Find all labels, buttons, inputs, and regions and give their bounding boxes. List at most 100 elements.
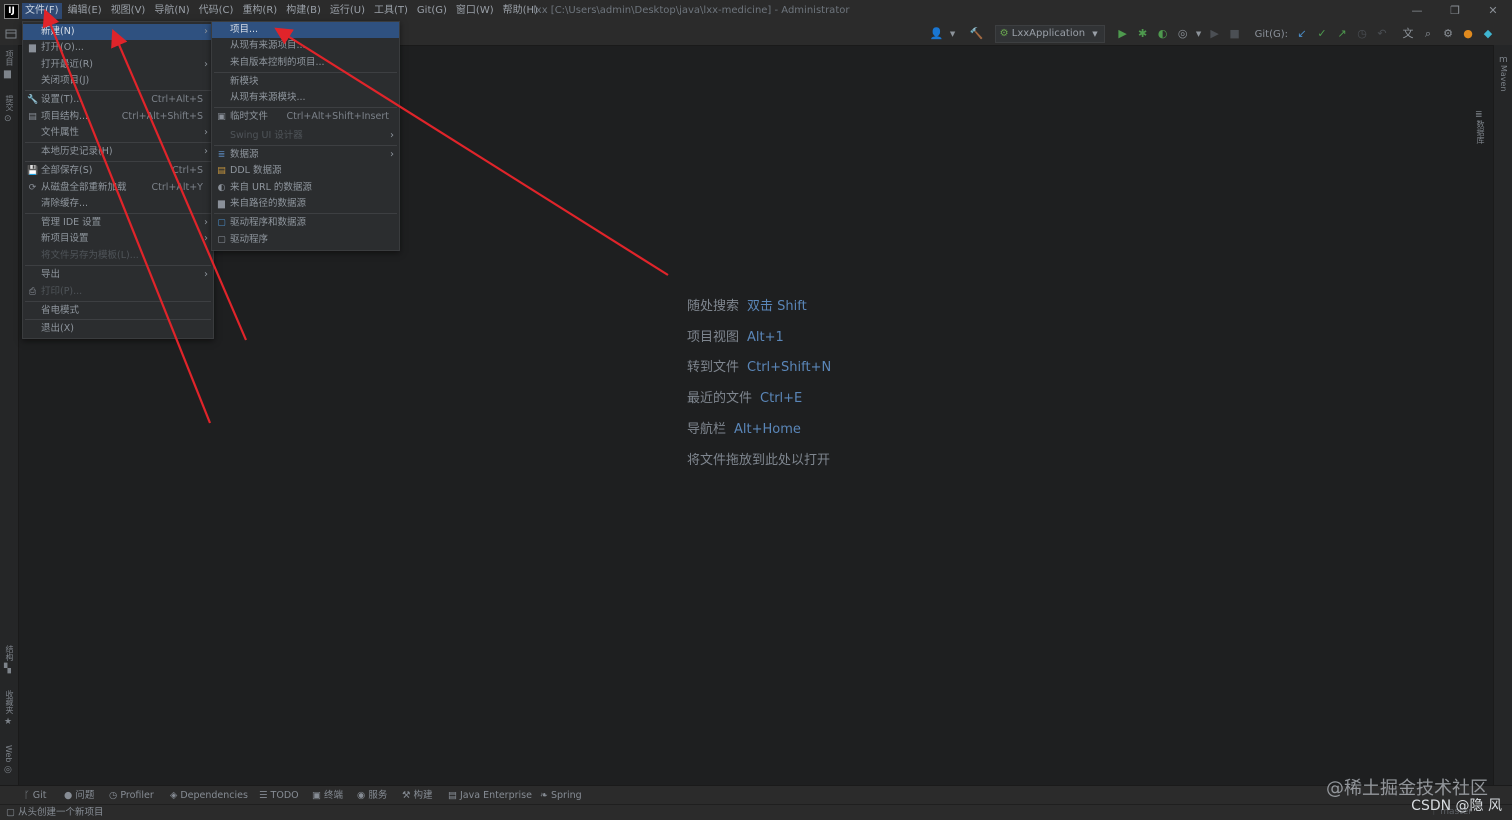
tool-window-label: 构建 (413, 790, 433, 801)
submenu-item-url-data-source[interactable]: ◐ 来自 URL 的数据源 (212, 180, 399, 196)
menu-separator (214, 107, 397, 108)
left-tool-strip (0, 45, 19, 785)
menu-item-local-history[interactable]: 本地历史记录(H) › (23, 144, 213, 160)
git-history-icon[interactable]: ◷ (1354, 26, 1370, 42)
minimize-button[interactable]: — (1398, 0, 1436, 22)
menu-item-reload-all[interactable]: ⟳ 从磁盘全部重新加载 Ctrl+Alt+Y (23, 180, 213, 196)
menu-item-save-all[interactable]: 💾 全部保存(S) Ctrl+S (23, 163, 213, 179)
submenu-item-from-vcs[interactable]: 来自版本控制的项目... (212, 55, 399, 71)
git-push-icon[interactable]: ↗ (1334, 26, 1350, 42)
web-tool-button[interactable]: Web ◎ (4, 745, 13, 775)
translate-icon[interactable]: 文 (1400, 26, 1416, 42)
git-update-icon[interactable]: ↙ (1294, 26, 1310, 42)
menu-item-open-recent[interactable]: 打开最近(R) › (23, 57, 213, 73)
menu-item-manage-ide-settings[interactable]: 管理 IDE 设置 › (23, 215, 213, 231)
submenu-item-data-source[interactable]: ≣ 数据源 › (212, 147, 399, 163)
submenu-item-driver-and-data-source[interactable]: ▢ 驱动程序和数据源 (212, 215, 399, 231)
tool-window-dependencies[interactable]: ◈ Dependencies (170, 786, 248, 805)
tool-window-profiler[interactable]: ◷ Profiler (109, 786, 154, 805)
menu-item-label: 新项目设置 (41, 233, 89, 244)
submenu-item-path-data-source[interactable]: ▆ 来自路径的数据源 (212, 196, 399, 212)
menu-navigate[interactable]: 导航(N) (151, 3, 192, 19)
menu-item-label: 退出(X) (41, 323, 74, 334)
menu-item-project-structure[interactable]: ▤ 项目结构... Ctrl+Alt+Shift+S (23, 109, 213, 125)
menu-item-invalidate-caches[interactable]: 清除缓存... (23, 196, 213, 212)
submenu-item-from-existing-sources[interactable]: 从现有来源项目... (212, 38, 399, 54)
restore-button[interactable]: ❐ (1436, 0, 1474, 22)
menu-item-exit[interactable]: 退出(X) (23, 321, 213, 337)
menu-item-open[interactable]: ▆ 打开(O)... (23, 40, 213, 56)
chevron-right-icon: › (204, 269, 208, 280)
menu-item-label: 打印(P)... (41, 286, 83, 297)
menu-separator (214, 72, 397, 73)
maven-tool-button[interactable]: m Maven (1499, 55, 1508, 95)
debug-icon[interactable]: ✱ (1135, 26, 1151, 42)
close-window-button[interactable]: ✕ (1474, 0, 1512, 22)
menu-item-label: 管理 IDE 设置 (41, 217, 102, 228)
maven-tool-label: Maven (1499, 65, 1508, 92)
plugin-logo-icon[interactable]: ◆ (1480, 26, 1496, 42)
submenu-item-scratch-file[interactable]: ▣ 临时文件 Ctrl+Alt+Shift+Insert (212, 109, 399, 125)
menu-item-power-save[interactable]: 省电模式 (23, 303, 213, 319)
run-configuration-selector[interactable]: ⚙ LxxApplication ▼ (994, 25, 1105, 43)
run-icon[interactable]: ▶ (1115, 26, 1131, 42)
database-icon: ≣ (217, 150, 226, 160)
menu-item-label: 临时文件 (230, 111, 269, 122)
tool-window-git[interactable]: ᚴ Git (24, 786, 46, 805)
build-hammer-icon[interactable]: 🔨 (969, 26, 985, 42)
menu-item-label: DDL 数据源 (230, 165, 282, 176)
menu-refactor[interactable]: 重构(R) (239, 3, 280, 19)
submenu-item-driver[interactable]: ▢ 驱动程序 (212, 232, 399, 248)
tool-window-spring[interactable]: ❧ Spring (540, 786, 582, 805)
menu-view[interactable]: 视图(V) (108, 3, 149, 19)
favorites-tool-button[interactable]: 收藏夹 ★ (4, 690, 37, 727)
coverage-icon[interactable]: ◐ (1155, 26, 1171, 42)
tool-window-java-enterprise[interactable]: ▤ Java Enterprise (448, 786, 532, 805)
project-toolbar-icon[interactable] (4, 27, 18, 41)
menu-git[interactable]: Git(G) (414, 3, 450, 19)
menu-window[interactable]: 窗口(W) (453, 3, 497, 19)
menu-item-label: 将文件另存为模板(L)... (41, 250, 139, 261)
submenu-item-new-module[interactable]: 新模块 (212, 74, 399, 90)
git-commit-icon[interactable]: ✓ (1314, 26, 1330, 42)
submenu-item-ddl-data-source[interactable]: ▤ DDL 数据源 (212, 163, 399, 179)
tool-window-label: 问题 (75, 790, 95, 801)
menu-tools[interactable]: 工具(T) (371, 3, 411, 19)
tool-window-todo[interactable]: ☰ TODO (259, 786, 299, 805)
menu-item-export[interactable]: 导出 › (23, 267, 213, 283)
menu-item-label: 项目结构... (41, 111, 89, 122)
submenu-item-module-from-existing[interactable]: 从现有来源模块... (212, 90, 399, 106)
tool-window-problems[interactable]: ● 问题 (64, 786, 94, 805)
user-icon[interactable]: 👤 (929, 26, 945, 42)
tool-window-services[interactable]: ◉ 服务 (357, 786, 387, 805)
menu-item-file-properties[interactable]: 文件属性 › (23, 125, 213, 141)
search-icon[interactable]: ⌕ (1420, 26, 1436, 42)
settings-gear-icon[interactable]: ⚙ (1440, 26, 1456, 42)
menu-separator (25, 142, 211, 143)
wrench-icon: 🔧 (27, 95, 39, 105)
menu-item-new[interactable]: 新建(N) › (23, 24, 213, 40)
menu-item-new-project-settings[interactable]: 新项目设置 › (23, 231, 213, 247)
save-icon: 💾 (27, 166, 39, 176)
menu-run[interactable]: 运行(U) (327, 3, 368, 19)
tool-window-terminal[interactable]: ▣ 终端 (312, 786, 343, 805)
tool-window-build[interactable]: ⚒ 构建 (402, 786, 433, 805)
menu-item-close-project[interactable]: 关闭项目(J) (23, 73, 213, 89)
chevron-down-icon[interactable]: ▼ (949, 26, 957, 42)
menu-build[interactable]: 构建(B) (283, 3, 324, 19)
menu-file[interactable]: 文件(F) (22, 3, 62, 19)
menu-separator (25, 161, 211, 162)
menu-item-settings[interactable]: 🔧 设置(T)... Ctrl+Alt+S (23, 92, 213, 108)
menu-edit[interactable]: 编辑(E) (65, 3, 105, 19)
database-tool-button[interactable]: ≣ 数据库 (1475, 110, 1508, 147)
profile-icon[interactable]: ◎ (1175, 26, 1191, 42)
submenu-item-project[interactable]: 项目... (212, 22, 399, 38)
menu-item-shortcut: Ctrl+Alt+Y (151, 182, 204, 193)
update-notification-icon[interactable]: ● (1460, 26, 1476, 42)
git-rollback-icon[interactable]: ↶ (1374, 26, 1390, 42)
watermark-csdn: CSDN @隐 风 (1411, 798, 1502, 814)
menu-code[interactable]: 代码(C) (196, 3, 237, 19)
chevron-down-icon[interactable]: ▼ (1195, 26, 1203, 42)
menu-separator (25, 265, 211, 266)
structure-tool-button[interactable]: 结构 ▚ (4, 645, 26, 674)
